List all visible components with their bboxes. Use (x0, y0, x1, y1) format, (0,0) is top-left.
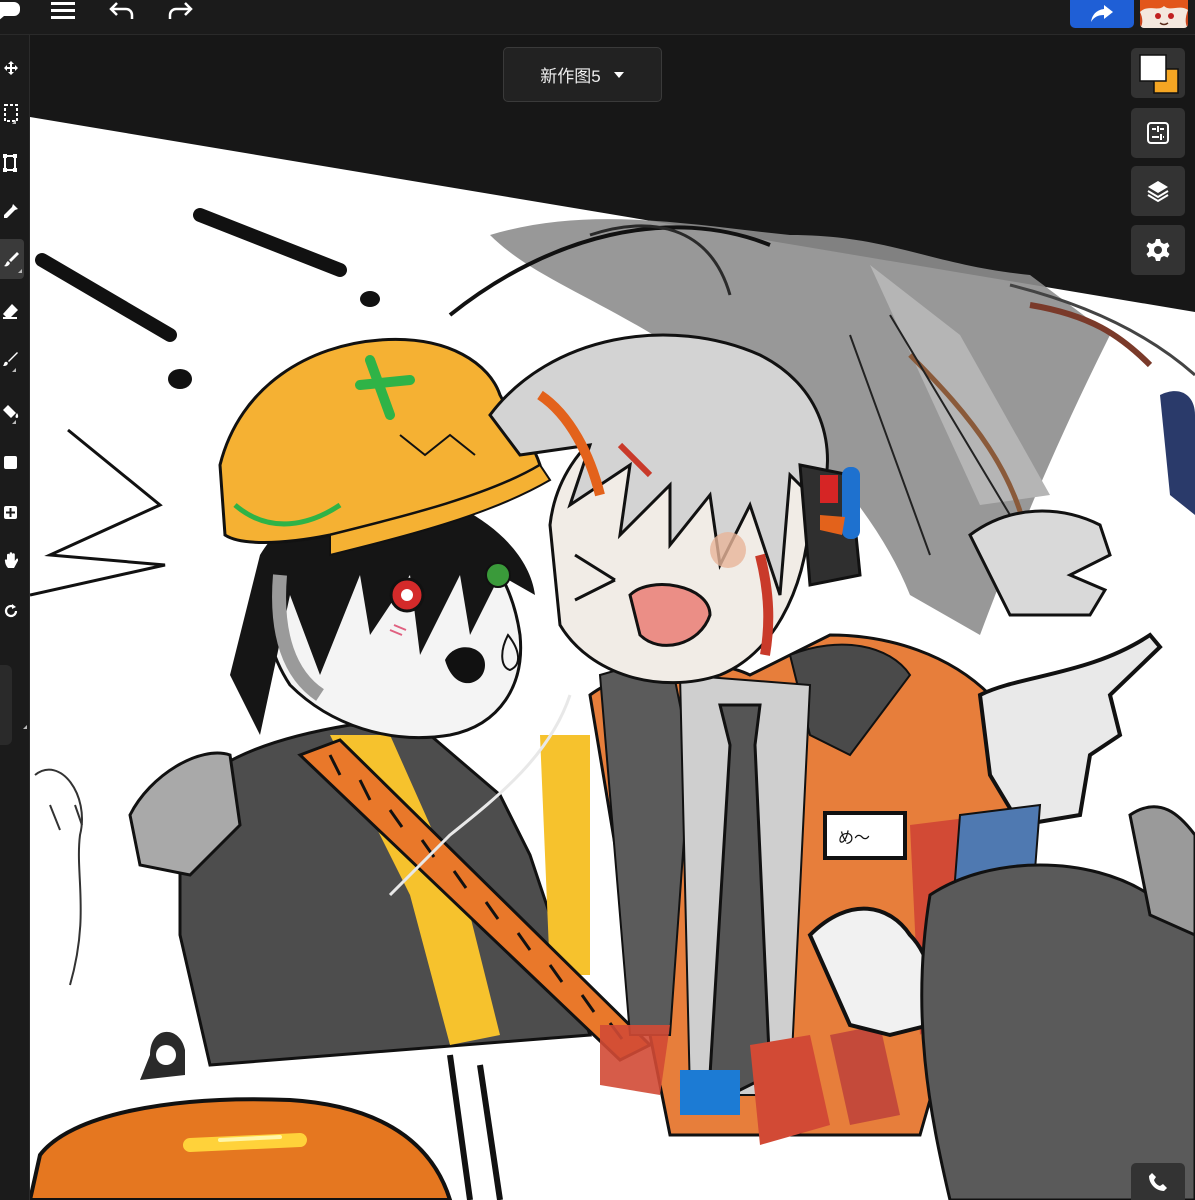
selection-tool-icon[interactable] (0, 102, 22, 124)
sidebar-panel-handle[interactable] (0, 665, 12, 745)
eyedropper-tool-icon[interactable] (0, 200, 22, 222)
chevron-down-icon (613, 71, 624, 78)
svg-text:め〜: め〜 (838, 830, 870, 847)
rotate-tool-icon[interactable] (0, 600, 22, 622)
tool-sidebar (0, 35, 30, 1200)
redo-icon[interactable] (166, 0, 194, 22)
adjustments-button[interactable] (1131, 108, 1185, 158)
eraser-tool-icon[interactable] (0, 300, 22, 322)
chat-icon[interactable] (0, 0, 22, 22)
call-button[interactable] (1131, 1163, 1185, 1200)
settings-button[interactable] (1131, 225, 1185, 275)
smudge-tool-icon[interactable] (0, 348, 22, 372)
adjustments-icon (1147, 122, 1169, 144)
add-tool-icon[interactable] (0, 502, 22, 524)
document-title: 新作图5 (540, 67, 601, 86)
share-button[interactable] (1070, 0, 1134, 28)
color-picker-button[interactable] (1131, 48, 1185, 98)
menu-icon[interactable] (50, 0, 76, 22)
shape-tool-icon[interactable] (0, 452, 22, 474)
gear-icon (1146, 239, 1170, 261)
avatar[interactable] (1140, 0, 1188, 28)
transform-tool-icon[interactable] (0, 152, 22, 174)
hand-tool-icon[interactable] (0, 550, 22, 572)
undo-icon[interactable] (108, 0, 136, 22)
phone-icon (1149, 1172, 1167, 1191)
color-swatch-icon (1139, 54, 1179, 94)
drawing-canvas[interactable]: め〜 (30, 35, 1195, 1200)
document-title-dropdown[interactable]: 新作图5 (503, 47, 662, 102)
top-toolbar (0, 0, 1195, 35)
layers-button[interactable] (1131, 166, 1185, 216)
fill-tool-icon[interactable] (0, 400, 22, 424)
workspace[interactable]: め〜 (30, 35, 1195, 1200)
share-icon (1091, 5, 1113, 22)
brush-tool-icon[interactable] (0, 239, 24, 279)
layers-icon (1147, 181, 1169, 203)
move-tool-icon[interactable] (0, 57, 22, 79)
